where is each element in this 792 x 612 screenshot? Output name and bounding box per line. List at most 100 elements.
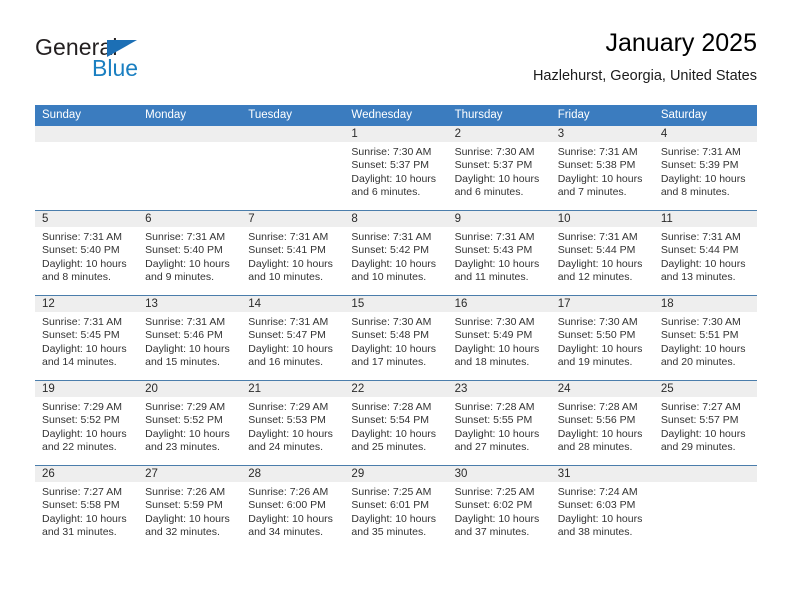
daylight-text-line2: and 15 minutes. [145,356,220,369]
day-details: Sunrise: 7:30 AM Sunset: 5:48 PM Dayligh… [344,312,447,370]
sunrise-text: Sunrise: 7:31 AM [660,146,741,158]
sunset-text: Sunset: 5:39 PM [660,159,739,172]
sunset-text: Sunset: 5:50 PM [557,329,636,342]
daylight-text-line2: and 24 minutes. [248,441,323,454]
daylight-text-line1: Daylight: 10 hours [557,172,643,185]
generalblue-logo[interactable]: General Blue [35,34,225,90]
day-number: 14 [241,296,345,312]
calendar-page: General Blue January 2025 Hazlehurst, Ge… [0,0,792,612]
day-number: 17 [550,296,654,312]
day-cell[interactable]: 29 Sunrise: 7:25 AM Sunset: 6:01 PM Dayl… [344,466,448,551]
calendar-body: 1 Sunrise: 7:30 AM Sunset: 5:37 PM Dayli… [35,126,757,550]
day-details: Sunrise: 7:28 AM Sunset: 5:54 PM Dayligh… [344,397,447,455]
sunrise-text: Sunrise: 7:30 AM [351,146,432,158]
calendar-week-row: 5 Sunrise: 7:31 AM Sunset: 5:40 PM Dayli… [35,210,757,296]
sunset-text: Sunset: 5:48 PM [351,329,430,342]
day-cell[interactable]: 1 Sunrise: 7:30 AM Sunset: 5:37 PM Dayli… [344,126,448,211]
daylight-text-line2: and 32 minutes. [145,526,220,539]
day-cell[interactable]: 7 Sunrise: 7:31 AM Sunset: 5:41 PM Dayli… [241,210,345,296]
day-cell[interactable]: 23 Sunrise: 7:28 AM Sunset: 5:55 PM Dayl… [447,380,551,466]
day-number: 12 [35,296,139,312]
day-number: 18 [653,296,757,312]
day-cell[interactable]: 31 Sunrise: 7:24 AM Sunset: 6:03 PM Dayl… [550,466,654,551]
day-cell[interactable]: 8 Sunrise: 7:31 AM Sunset: 5:42 PM Dayli… [344,210,448,296]
day-details: Sunrise: 7:29 AM Sunset: 5:52 PM Dayligh… [138,397,241,455]
daylight-text-line2: and 19 minutes. [557,356,633,369]
day-cell[interactable]: 12 Sunrise: 7:31 AM Sunset: 5:45 PM Dayl… [35,295,139,381]
sunset-text: Sunset: 5:53 PM [248,414,326,427]
day-cell[interactable]: 28 Sunrise: 7:26 AM Sunset: 6:00 PM Dayl… [241,466,345,551]
daylight-text-line1: Daylight: 10 hours [248,512,333,525]
day-cell[interactable]: 13 Sunrise: 7:31 AM Sunset: 5:46 PM Dayl… [138,295,242,381]
day-number [241,126,345,142]
sunset-text: Sunset: 5:56 PM [557,414,636,427]
day-number: 28 [241,466,345,482]
day-number: 9 [447,211,551,227]
sunrise-sunset-calendar: Sunday Monday Tuesday Wednesday Thursday… [35,105,757,550]
sunset-text: Sunset: 6:01 PM [351,499,430,512]
day-cell[interactable]: 25 Sunrise: 7:27 AM Sunset: 5:57 PM Dayl… [653,380,757,466]
daylight-text-line1: Daylight: 10 hours [454,172,540,185]
day-cell[interactable]: 18 Sunrise: 7:30 AM Sunset: 5:51 PM Dayl… [653,295,757,381]
sunset-text: Sunset: 5:45 PM [42,329,120,342]
day-cell[interactable]: 2 Sunrise: 7:30 AM Sunset: 5:37 PM Dayli… [447,126,551,211]
sunrise-text: Sunrise: 7:24 AM [557,486,638,498]
day-cell[interactable]: 19 Sunrise: 7:29 AM Sunset: 5:52 PM Dayl… [35,380,139,466]
daylight-text-line1: Daylight: 10 hours [454,257,540,270]
sunrise-text: Sunrise: 7:28 AM [557,401,638,413]
day-number: 6 [138,211,242,227]
day-cell[interactable]: 5 Sunrise: 7:31 AM Sunset: 5:40 PM Dayli… [35,210,139,296]
sunset-text: Sunset: 5:41 PM [248,244,326,257]
day-cell[interactable]: 30 Sunrise: 7:25 AM Sunset: 6:02 PM Dayl… [447,466,551,551]
calendar-week-row: 12 Sunrise: 7:31 AM Sunset: 5:45 PM Dayl… [35,295,757,381]
page-header: General Blue January 2025 Hazlehurst, Ge… [35,28,757,98]
day-details: Sunrise: 7:31 AM Sunset: 5:40 PM Dayligh… [138,227,241,285]
day-cell[interactable]: 21 Sunrise: 7:29 AM Sunset: 5:53 PM Dayl… [241,380,345,466]
day-details: Sunrise: 7:26 AM Sunset: 5:59 PM Dayligh… [138,482,241,540]
day-number: 8 [344,211,448,227]
day-cell[interactable]: 22 Sunrise: 7:28 AM Sunset: 5:54 PM Dayl… [344,380,448,466]
sunrise-text: Sunrise: 7:31 AM [351,231,432,243]
day-cell[interactable]: 3 Sunrise: 7:31 AM Sunset: 5:38 PM Dayli… [550,126,654,211]
daylight-text-line1: Daylight: 10 hours [145,512,230,525]
day-cell[interactable]: 14 Sunrise: 7:31 AM Sunset: 5:47 PM Dayl… [241,295,345,381]
sunset-text: Sunset: 5:44 PM [660,244,739,257]
daylight-text-line2: and 7 minutes. [557,186,627,199]
day-cell[interactable]: 11 Sunrise: 7:31 AM Sunset: 5:44 PM Dayl… [653,210,757,296]
sunrise-text: Sunrise: 7:31 AM [42,231,122,243]
day-cell[interactable]: 15 Sunrise: 7:30 AM Sunset: 5:48 PM Dayl… [344,295,448,381]
day-cell[interactable]: 16 Sunrise: 7:30 AM Sunset: 5:49 PM Dayl… [447,295,551,381]
daylight-text-line1: Daylight: 10 hours [557,427,643,440]
day-number: 19 [35,381,139,397]
weekday-header-tuesday: Tuesday [241,105,345,126]
sunset-text: Sunset: 6:03 PM [557,499,636,512]
sunrise-text: Sunrise: 7:31 AM [42,316,122,328]
day-cell[interactable]: 24 Sunrise: 7:28 AM Sunset: 5:56 PM Dayl… [550,380,654,466]
day-details: Sunrise: 7:25 AM Sunset: 6:02 PM Dayligh… [448,482,551,540]
sunrise-text: Sunrise: 7:31 AM [660,231,741,243]
day-cell[interactable]: 20 Sunrise: 7:29 AM Sunset: 5:52 PM Dayl… [138,380,242,466]
sunrise-text: Sunrise: 7:29 AM [145,401,226,413]
day-cell[interactable]: 6 Sunrise: 7:31 AM Sunset: 5:40 PM Dayli… [138,210,242,296]
day-cell[interactable]: 9 Sunrise: 7:31 AM Sunset: 5:43 PM Dayli… [447,210,551,296]
daylight-text-line1: Daylight: 10 hours [454,427,540,440]
day-cell[interactable]: 10 Sunrise: 7:31 AM Sunset: 5:44 PM Dayl… [550,210,654,296]
day-cell[interactable]: 4 Sunrise: 7:31 AM Sunset: 5:39 PM Dayli… [653,126,757,211]
weekday-header-monday: Monday [138,105,242,126]
sunrise-text: Sunrise: 7:28 AM [351,401,432,413]
daylight-text-line1: Daylight: 10 hours [145,427,230,440]
sunrise-text: Sunrise: 7:31 AM [145,316,226,328]
day-cell[interactable]: 27 Sunrise: 7:26 AM Sunset: 5:59 PM Dayl… [138,466,242,551]
sunrise-text: Sunrise: 7:31 AM [145,231,226,243]
day-cell[interactable]: 17 Sunrise: 7:30 AM Sunset: 5:50 PM Dayl… [550,295,654,381]
sunrise-text: Sunrise: 7:25 AM [454,486,535,498]
sunrise-text: Sunrise: 7:31 AM [454,231,535,243]
day-details: Sunrise: 7:29 AM Sunset: 5:52 PM Dayligh… [35,397,138,455]
day-details: Sunrise: 7:24 AM Sunset: 6:03 PM Dayligh… [551,482,654,540]
sunset-text: Sunset: 5:42 PM [351,244,430,257]
day-cell [241,126,345,211]
weekday-header-friday: Friday [550,105,654,126]
daylight-text-line1: Daylight: 10 hours [351,427,437,440]
day-cell[interactable]: 26 Sunrise: 7:27 AM Sunset: 5:58 PM Dayl… [35,466,139,551]
daylight-text-line1: Daylight: 10 hours [248,342,333,355]
